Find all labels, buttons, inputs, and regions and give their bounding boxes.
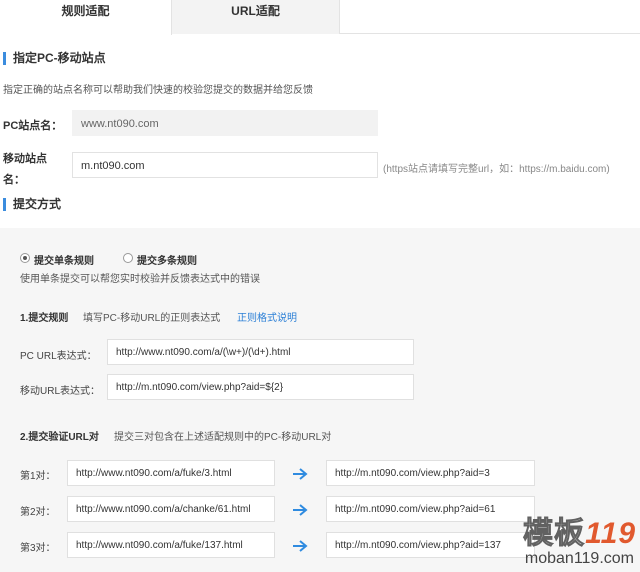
mobile-expr-label: 移动URL表达式：: [20, 386, 101, 397]
pair-2-pc-input[interactable]: http://www.nt090.com/a/chanke/61.html: [67, 496, 275, 522]
pc-expr-label: PC URL表达式：: [20, 351, 97, 362]
site-description: 指定正确的站点名称可以帮助我们快速的校验您提交的数据并给您反馈: [3, 85, 313, 96]
arrow-right-icon: [293, 504, 308, 516]
watermark-url: moban119.com: [524, 550, 634, 567]
watermark-brand-cn: 模板: [523, 517, 586, 551]
verify-section-desc: 提交三对包含在上述适配规则中的PC-移动URL对: [114, 432, 332, 443]
mobile-site-label-line2: 名：: [3, 174, 25, 186]
pair-3-mobile-input[interactable]: http://m.nt090.com/view.php?aid=137: [326, 532, 535, 558]
watermark-brand-num: 119: [585, 517, 636, 550]
radio-single-rule-label[interactable]: 提交单条规则: [34, 252, 94, 267]
tab-bar: 规则适配 URL适配: [0, 0, 640, 35]
pair-1-pc-input[interactable]: http://www.nt090.com/a/fuke/3.html: [67, 460, 275, 486]
pc-expr-input[interactable]: http://www.nt090.com/a/(\w+)/(\d+).html: [107, 339, 414, 365]
watermark-logo: 模板119: [523, 508, 636, 552]
pair-2-mobile-input[interactable]: http://m.nt090.com/view.php?aid=61: [326, 496, 535, 522]
radio-description: 使用单条提交可以帮您实时校验并反馈表达式中的错误: [20, 274, 260, 285]
mobile-site-label-line1: 移动站点: [3, 153, 47, 165]
mobile-expr-input[interactable]: http://m.nt090.com/view.php?aid=${2}: [107, 374, 414, 400]
rule-section-title: 1.提交规则: [20, 313, 69, 324]
mobile-site-hint: (https站点请填写完整url，如：https://m.baidu.com): [383, 164, 610, 175]
arrow-right-icon: [293, 468, 308, 480]
radio-single-rule[interactable]: [20, 253, 30, 263]
pc-site-label: PC站点名：: [3, 120, 63, 132]
tab-rule-adapt[interactable]: 规则适配: [0, 0, 172, 35]
pair-3-pc-input[interactable]: http://www.nt090.com/a/fuke/137.html: [67, 532, 275, 558]
mobile-site-input[interactable]: m.nt090.com: [72, 152, 378, 178]
regex-help-link[interactable]: 正则格式说明: [237, 309, 297, 324]
pair-3-label: 第3对：: [20, 543, 56, 554]
verify-section-title: 2.提交验证URL对: [20, 432, 99, 443]
pair-1-label: 第1对：: [20, 471, 56, 482]
pair-1-mobile-input[interactable]: http://m.nt090.com/view.php?aid=3: [326, 460, 535, 486]
arrow-right-icon: [293, 540, 308, 552]
radio-multi-rule-label[interactable]: 提交多条规则: [137, 252, 197, 267]
pc-site-field: www.nt090.com: [72, 110, 378, 136]
rule-section-desc: 填写PC-移动URL的正则表达式: [83, 313, 221, 324]
section-title-submit: 提交方式: [3, 198, 61, 211]
radio-multi-rule[interactable]: [123, 253, 133, 263]
pair-2-label: 第2对：: [20, 507, 56, 518]
tab-url-adapt[interactable]: URL适配: [172, 0, 340, 34]
section-title-site: 指定PC-移动站点: [3, 52, 106, 65]
